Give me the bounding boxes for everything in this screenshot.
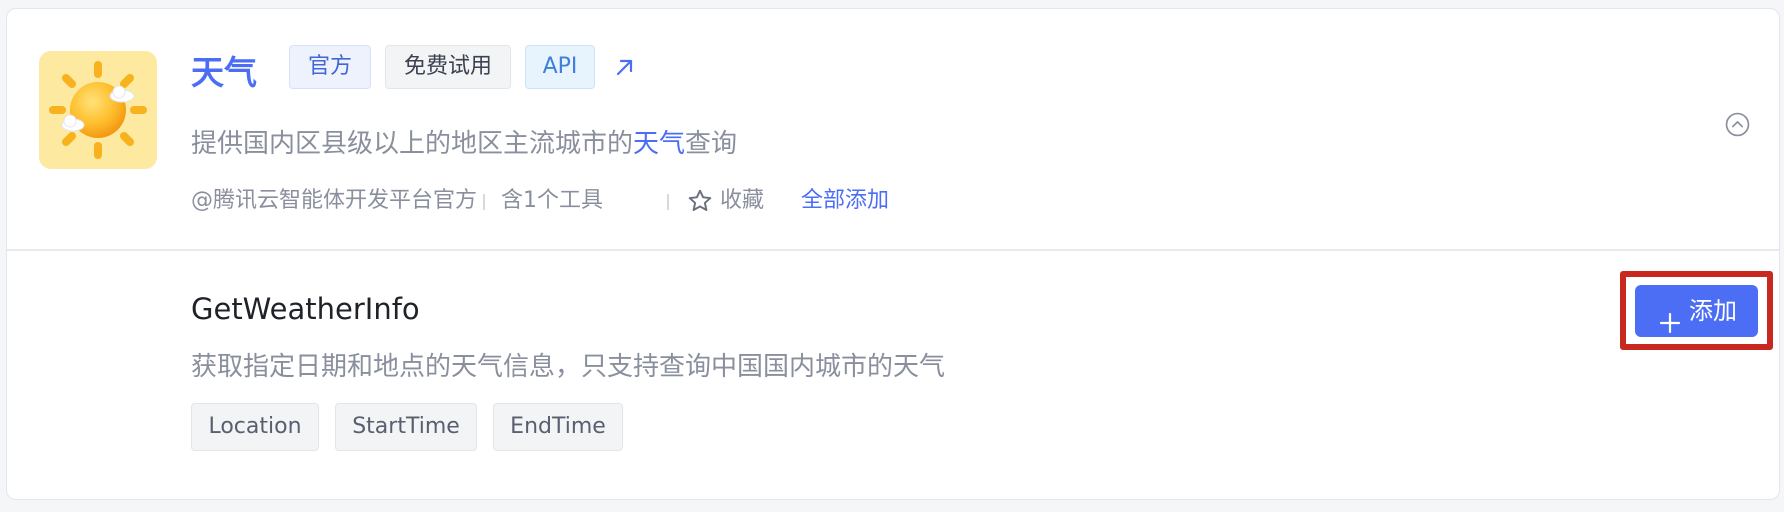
param-tag-location: Location	[191, 403, 319, 451]
chevron-up-circle-icon[interactable]	[1725, 112, 1750, 137]
meta-divider	[483, 194, 485, 210]
star-icon[interactable]	[687, 188, 713, 214]
plugin-description-suffix: 查询	[685, 129, 738, 159]
plugin-tool-count: 含1个工具	[501, 188, 603, 213]
favorite-button[interactable]: 收藏	[720, 185, 764, 217]
section-divider	[7, 249, 1779, 251]
plugin-description-highlight: 天气	[633, 129, 686, 159]
param-tag-endtime: EndTime	[493, 403, 623, 451]
weather-sun-cloud-icon	[39, 51, 157, 169]
plugin-title: 天气	[191, 53, 257, 92]
param-tag-starttime: StartTime	[335, 403, 477, 451]
tool-description: 获取指定日期和地点的天气信息，只支持查询中国国内城市的天气	[191, 352, 946, 382]
tool-name: GetWeatherInfo	[191, 292, 420, 326]
plugin-card: 天气 官方 免费试用 API 提供国内区县级以上的地区主流城市的天气查询 @腾讯…	[6, 8, 1780, 500]
plugin-author: @腾讯云智能体开发平台官方	[191, 188, 478, 213]
tag-free-trial: 免费试用	[385, 45, 511, 89]
plugin-description-prefix: 提供国内区县级以上的地区主流城市的	[191, 129, 634, 159]
plugin-description: 提供国内区县级以上的地区主流城市的天气查询	[191, 126, 737, 162]
tag-official: 官方	[289, 45, 371, 89]
tag-api: API	[525, 45, 595, 89]
plugin-header: 天气 官方 免费试用 API 提供国内区县级以上的地区主流城市的天气查询 @腾讯…	[7, 9, 1779, 249]
add-button-label: 添加	[1689, 297, 1737, 325]
meta-divider	[667, 194, 669, 210]
arrow-up-right-icon[interactable]	[613, 55, 637, 79]
add-all-link[interactable]: 全部添加	[801, 185, 889, 217]
plus-icon	[1659, 300, 1681, 334]
add-tool-button[interactable]: 添加	[1635, 285, 1758, 337]
